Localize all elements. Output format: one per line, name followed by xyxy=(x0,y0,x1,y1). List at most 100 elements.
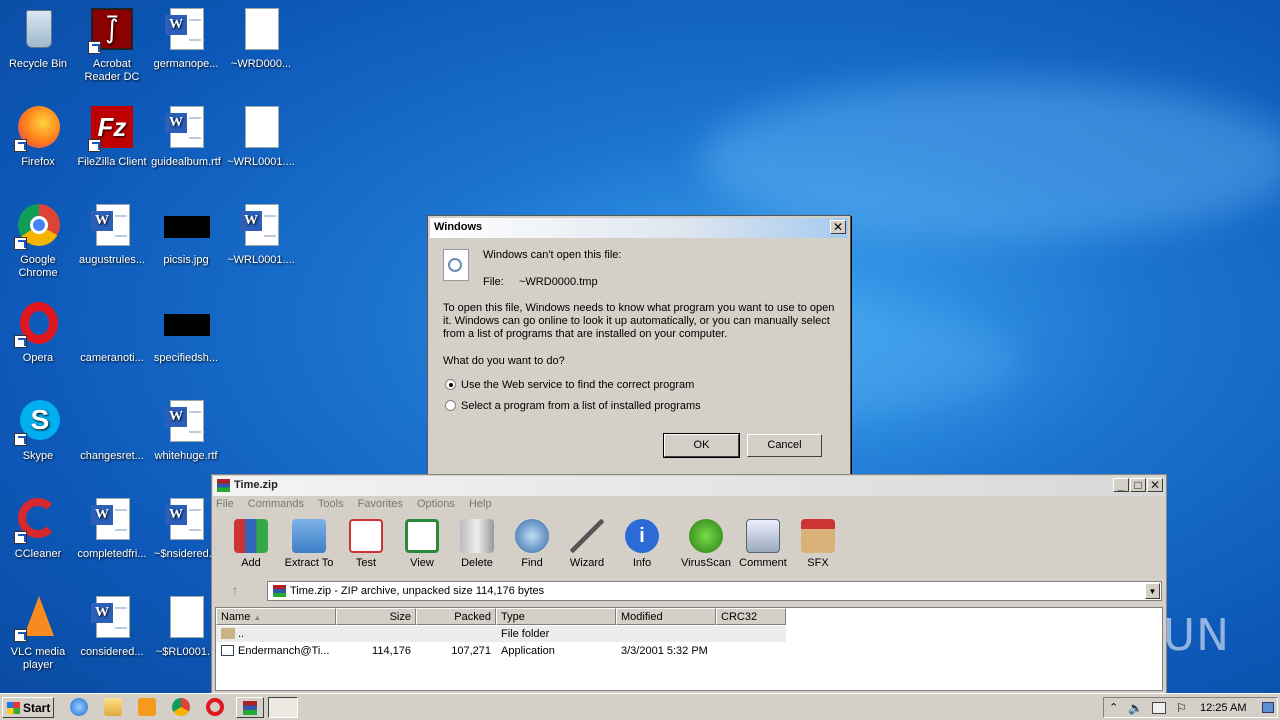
desktop-icon-considered[interactable]: considered... xyxy=(74,594,150,659)
up-arrow-icon[interactable]: ↑ xyxy=(220,582,250,600)
radio-web-service[interactable] xyxy=(445,379,456,390)
desktop-icon-opera[interactable]: Opera xyxy=(0,300,76,365)
file-list: Name ▲ Size Packed Type Modified CRC32 .… xyxy=(215,607,1163,691)
desktop-icon-completedfri[interactable]: completedfri... xyxy=(74,496,150,561)
toolbar-virusscan-button[interactable]: VirusScan xyxy=(677,519,735,569)
row-packed: 107,271 xyxy=(451,645,491,657)
opera-taskbar-icon[interactable] xyxy=(206,698,224,716)
toolbar-extract-button[interactable]: Extract To xyxy=(280,519,338,569)
desktop-icon-chrome[interactable]: Google Chrome xyxy=(0,202,76,280)
column-header-size[interactable]: Size xyxy=(336,608,416,625)
option-list-label[interactable]: Select a program from a list of installe… xyxy=(461,400,701,413)
explorer-folder-icon[interactable] xyxy=(104,698,122,716)
skype-icon: S xyxy=(14,398,62,446)
cancel-button[interactable]: Cancel xyxy=(747,434,822,457)
winrar-title: Time.zip xyxy=(234,479,278,491)
word-document-icon xyxy=(162,6,210,54)
desktop-icon-wrl0001-b[interactable]: ~WRL0001.... xyxy=(223,202,299,267)
row-type: File folder xyxy=(501,628,550,640)
chrome-icon xyxy=(14,202,62,250)
desktop-icon-acrobat[interactable]: ⨛ Acrobat Reader DC xyxy=(74,6,150,84)
minimize-icon[interactable]: _ xyxy=(1113,478,1129,492)
desktop-icon-filezilla[interactable]: Fz FileZilla Client xyxy=(74,104,150,169)
toolbar-info-button[interactable]: i Info xyxy=(613,519,671,569)
volume-icon[interactable]: 🔈 xyxy=(1128,701,1143,715)
blank-file-icon xyxy=(162,594,210,642)
firefox-icon xyxy=(14,104,62,152)
desktop-icon-cameranoti[interactable]: cameranoti... xyxy=(74,300,150,365)
chevron-down-icon[interactable]: ▼ xyxy=(1145,583,1160,599)
filezilla-icon: Fz xyxy=(88,104,136,152)
menu-help[interactable]: Help xyxy=(469,498,492,510)
network-icon[interactable] xyxy=(1152,702,1166,714)
table-row[interactable]: Endermanch@Ti... 114,176 107,271 Applica… xyxy=(216,643,786,659)
menu-file[interactable]: File xyxy=(216,498,234,510)
maximize-icon[interactable]: □ xyxy=(1130,478,1146,492)
toolbar-wizard-button[interactable]: Wizard xyxy=(558,519,616,569)
desktop-icon-recycle-bin[interactable]: Recycle Bin xyxy=(0,6,76,71)
column-header-name[interactable]: Name ▲ xyxy=(216,608,336,625)
radio-installed-programs[interactable] xyxy=(445,400,456,411)
menu-options[interactable]: Options xyxy=(417,498,455,510)
option-web-label[interactable]: Use the Web service to find the correct … xyxy=(461,379,694,392)
archive-path-text: Time.zip - ZIP archive, unpacked size 11… xyxy=(290,585,545,597)
desktop-icon-firefox[interactable]: Firefox xyxy=(0,104,76,169)
chevron-up-icon[interactable]: ⌃ xyxy=(1109,701,1118,714)
desktop-icon-augustrules[interactable]: augustrules... xyxy=(74,202,150,267)
show-desktop-icon[interactable] xyxy=(1262,702,1274,713)
desktop-icon-germanope[interactable]: germanope... xyxy=(148,6,224,71)
desktop-icon-ccleaner[interactable]: CCleaner xyxy=(0,496,76,561)
desktop-icon-guidealbum[interactable]: guidealbum.rtf xyxy=(148,104,224,169)
media-player-icon[interactable] xyxy=(138,698,156,716)
toolbar-comment-button[interactable]: Comment xyxy=(734,519,792,569)
winrar-titlebar: Time.zip _ □ ✕ xyxy=(213,476,1165,496)
archive-path-bar[interactable]: Time.zip - ZIP archive, unpacked size 11… xyxy=(267,581,1162,601)
dialog-titlebar: Windows ✕ xyxy=(430,218,848,238)
chrome-taskbar-icon[interactable] xyxy=(172,698,190,716)
file-taskbar-icon[interactable] xyxy=(268,697,298,718)
word-document-icon xyxy=(88,496,136,544)
desktop-icon-whitehuge[interactable]: whitehuge.rtf xyxy=(148,398,224,463)
menu-commands[interactable]: Commands xyxy=(248,498,304,510)
desktop-icon-specifiedsh[interactable]: specifiedsh... xyxy=(148,300,224,365)
image-thumbnail-icon xyxy=(162,202,210,250)
toolbar-delete-button[interactable]: Delete xyxy=(448,519,506,569)
comment-icon xyxy=(746,519,780,553)
column-header-type[interactable]: Type xyxy=(496,608,616,625)
menu-tools[interactable]: Tools xyxy=(318,498,344,510)
toolbar-label: SFX xyxy=(807,557,829,569)
start-button[interactable]: Start xyxy=(2,697,54,718)
menu-favorites[interactable]: Favorites xyxy=(358,498,403,510)
winrar-taskbar-icon[interactable] xyxy=(236,697,264,718)
flag-icon[interactable]: ⚐ xyxy=(1176,701,1187,715)
desktop-icon-picsis[interactable]: picsis.jpg xyxy=(148,202,224,267)
desktop-icon-wrl0001-a[interactable]: ~WRL0001.... xyxy=(223,104,299,169)
toolbar-find-button[interactable]: Find xyxy=(503,519,561,569)
toolbar-test-button[interactable]: Test xyxy=(337,519,395,569)
row-name: Endermanch@Ti... xyxy=(238,645,330,657)
clock[interactable]: 12:25 AM xyxy=(1200,702,1246,714)
word-document-icon xyxy=(88,202,136,250)
internet-explorer-icon[interactable] xyxy=(70,698,88,716)
desktop-icon-wrd000[interactable]: ~WRD000... xyxy=(223,6,299,71)
toolbar-add-button[interactable]: Add xyxy=(222,519,280,569)
desktop-icon-changesret[interactable]: changesret... xyxy=(74,398,150,463)
info-icon: i xyxy=(625,519,659,553)
toolbar-sfx-button[interactable]: SFX xyxy=(789,519,847,569)
toolbar-view-button[interactable]: View xyxy=(393,519,451,569)
word-document-icon xyxy=(237,202,285,250)
anyrun-watermark: ANY RUN xyxy=(1023,610,1230,661)
desktop-icon-label: CCleaner xyxy=(14,548,62,560)
column-header-crc32[interactable]: CRC32 xyxy=(716,608,786,625)
column-header-packed[interactable]: Packed xyxy=(416,608,496,625)
desktop-icon-vlc[interactable]: VLC media player xyxy=(0,594,76,672)
acrobat-icon: ⨛ xyxy=(88,6,136,54)
close-icon[interactable]: ✕ xyxy=(830,220,846,234)
toolbar-label: Comment xyxy=(739,557,787,569)
ok-button[interactable]: OK xyxy=(663,433,740,458)
table-row[interactable]: .. File folder xyxy=(216,626,786,642)
close-icon[interactable]: ✕ xyxy=(1147,478,1163,492)
file-label: File: xyxy=(483,276,504,288)
column-header-modified[interactable]: Modified xyxy=(616,608,716,625)
desktop-icon-skype[interactable]: S Skype xyxy=(0,398,76,463)
